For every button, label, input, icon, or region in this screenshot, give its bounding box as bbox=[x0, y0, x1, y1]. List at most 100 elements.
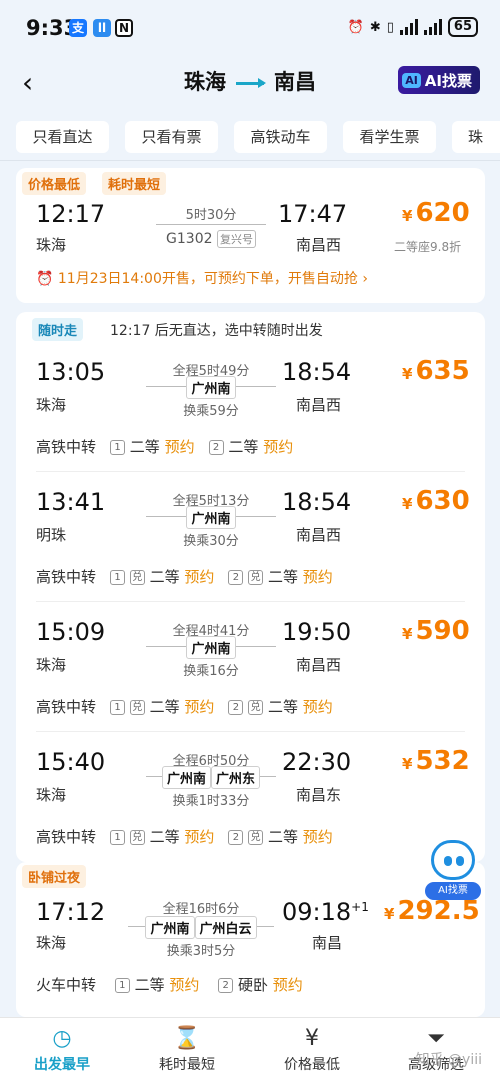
wait-time: 换乘1时33分 bbox=[172, 794, 250, 809]
via-station: 广州白云 bbox=[194, 916, 257, 939]
arr-time-text: 09:18 bbox=[282, 898, 352, 926]
status-right-icons: ⏰ ✱ ▯ 65 bbox=[348, 17, 478, 37]
dep-time: 12:17 bbox=[36, 200, 106, 228]
transfer-type: 高铁中转 bbox=[36, 438, 97, 456]
bluetooth-icon: ✱ bbox=[369, 19, 381, 35]
seg-seat: 二等 bbox=[134, 976, 165, 994]
sleeper-card[interactable]: 卧铺过夜 17:12 珠海 全程16时6分 广州南 广州白云 换乘3时5分 09:… bbox=[16, 862, 485, 1017]
hourglass-icon: ⌛ bbox=[173, 1026, 201, 1051]
seg-seat: 二等 bbox=[149, 828, 180, 846]
seg-seat: 二等 bbox=[149, 568, 180, 586]
alarm-clock-icon: ⏰ bbox=[36, 271, 54, 287]
arr-time: 18:54 bbox=[282, 488, 352, 516]
transfer-header-text: 12:17 后无直达，选中转随时出发 bbox=[110, 323, 323, 339]
seg-num: 1 bbox=[114, 978, 130, 993]
chip-student[interactable]: 看学生票 bbox=[343, 121, 436, 153]
alipay-icon: 支 bbox=[69, 19, 87, 37]
yen-sign: ¥ bbox=[384, 905, 395, 923]
price: ¥620 bbox=[402, 198, 470, 228]
book-link[interactable]: 预约 bbox=[303, 828, 333, 846]
wait-time: 换乘59分 bbox=[183, 404, 239, 419]
transfer-row[interactable]: 13:41 明珠 全程5时13分 广州南 换乘30分 18:54 南昌西 ¥630 高铁中转 1 … bbox=[16, 472, 485, 602]
sleeper-arr-time: 09:18+1 bbox=[282, 898, 369, 926]
nav-lowest-price[interactable]: ¥ 价格最低 bbox=[252, 1026, 372, 1074]
seg-seat: 二等 bbox=[129, 438, 160, 456]
book-link[interactable]: 预约 bbox=[184, 698, 214, 716]
discount-note: 二等座9.8折 bbox=[394, 240, 462, 254]
chip-available-only[interactable]: 只看有票 bbox=[125, 121, 218, 153]
nav-shortest[interactable]: ⌛ 耗时最短 bbox=[127, 1026, 247, 1074]
book-link[interactable]: 预约 bbox=[165, 438, 195, 456]
exchange-icon: 兑 bbox=[248, 830, 264, 845]
book-link[interactable]: 预约 bbox=[303, 568, 333, 586]
transfer-type: 火车中转 bbox=[36, 976, 97, 994]
dep-time: 15:40 bbox=[36, 748, 106, 776]
via-stations: 广州南 bbox=[136, 376, 286, 399]
book-link[interactable]: 预约 bbox=[303, 698, 333, 716]
wait-time: 换乘30分 bbox=[183, 534, 239, 549]
clock-icon: ◷ bbox=[52, 1026, 72, 1051]
via-stations: 广州南 广州东 bbox=[136, 766, 286, 789]
ai-button-label: AI找票 bbox=[424, 71, 472, 90]
nav-label: 出发最早 bbox=[34, 1057, 90, 1073]
nav-earliest[interactable]: ◷ 出发最早 bbox=[2, 1026, 122, 1074]
dep-station: 珠海 bbox=[36, 786, 67, 804]
segment-foot: 高铁中转 1 兑 二等 预约 2 兑 二等 预约 bbox=[36, 826, 333, 847]
arr-time: 18:54 bbox=[282, 358, 352, 386]
transfer-row[interactable]: 15:40 珠海 全程6时50分 广州南 广州东 换乘1时33分 22:30 南昌东 ¥532 高… bbox=[16, 732, 485, 862]
robot-icon bbox=[431, 840, 475, 880]
ai-find-ticket-button[interactable]: AI AI找票 bbox=[398, 66, 480, 94]
nav-label: 耗时最短 bbox=[159, 1057, 215, 1073]
arr-station: 南昌西 bbox=[296, 526, 342, 544]
nav-label: 价格最低 bbox=[284, 1057, 340, 1073]
exchange-icon: 兑 bbox=[248, 700, 264, 715]
price-value: 635 bbox=[415, 356, 470, 386]
route-arrow-icon bbox=[236, 77, 266, 88]
segment-foot: 高铁中转 1 兑 二等 预约 2 兑 二等 预约 bbox=[36, 696, 333, 717]
signal-icon bbox=[399, 19, 418, 35]
book-link[interactable]: 预约 bbox=[184, 828, 214, 846]
via-station: 广州南 bbox=[186, 376, 236, 399]
transfer-row[interactable]: 13:05 珠海 全程5时49分 广州南 换乘59分 18:54 南昌西 ¥635 高铁中转 1 … bbox=[16, 342, 485, 472]
via-station: 广州南 bbox=[186, 636, 236, 659]
floating-ai-label: AI找票 bbox=[425, 882, 481, 900]
price-value: 590 bbox=[415, 616, 470, 646]
dep-time: 13:41 bbox=[36, 488, 106, 516]
watermark: 知乎 @yiii bbox=[415, 1052, 482, 1068]
chip-more[interactable]: 珠 bbox=[452, 121, 500, 153]
seg-seat: 二等 bbox=[228, 438, 259, 456]
tag-lowest-price: 价格最低 bbox=[22, 172, 87, 195]
sleeper-foot: 火车中转 1 二等 预约 2 硬卧 预约 bbox=[36, 974, 303, 995]
exchange-icon: 兑 bbox=[129, 700, 145, 715]
dep-time: 15:09 bbox=[36, 618, 106, 646]
chip-direct-only[interactable]: 只看直达 bbox=[16, 121, 109, 153]
yen-sign: ¥ bbox=[402, 625, 413, 643]
sleeper-price: ¥292.5 bbox=[384, 896, 480, 926]
yen-sign: ¥ bbox=[402, 495, 413, 513]
tag-sleeper: 卧铺过夜 bbox=[22, 865, 87, 888]
book-link[interactable]: 预约 bbox=[184, 568, 214, 586]
yen-sign: ¥ bbox=[402, 365, 413, 383]
presale-notice[interactable]: ⏰ 11月23日14:00开售，可预约下单，开售自动抢 › bbox=[36, 268, 368, 288]
seg-num: 1 bbox=[110, 570, 126, 585]
floating-ai-button[interactable]: AI找票 bbox=[425, 840, 481, 900]
arr-station: 南昌东 bbox=[296, 786, 342, 804]
filter-chips: 只看直达 只看有票 高铁动车 看学生票 珠 bbox=[0, 118, 500, 158]
arr-time: 17:47 bbox=[278, 200, 348, 228]
chip-highspeed[interactable]: 高铁动车 bbox=[234, 121, 327, 153]
arr-station: 南昌西 bbox=[296, 396, 342, 414]
sleeper-wait: 换乘3时5分 bbox=[166, 944, 236, 959]
direct-train-card[interactable]: 价格最低 耗时最短 12:17 珠海 5时30分 G1302 复兴号 17:47… bbox=[16, 168, 485, 303]
transfer-type: 高铁中转 bbox=[36, 698, 97, 716]
duration-line bbox=[156, 224, 266, 225]
price: ¥590 bbox=[402, 616, 470, 646]
transfer-row[interactable]: 15:09 珠海 全程4时41分 广州南 换乘16分 19:50 南昌西 ¥590 高铁中转 1 … bbox=[16, 602, 485, 732]
price: ¥635 bbox=[402, 356, 470, 386]
book-link[interactable]: 预约 bbox=[263, 438, 293, 456]
presale-text: 11月23日14:00开售，可预约下单，开售自动抢 › bbox=[57, 271, 368, 287]
dep-station: 珠海 bbox=[36, 236, 67, 254]
sleeper-via: 广州南 广州白云 bbox=[128, 916, 274, 939]
book-link[interactable]: 预约 bbox=[273, 976, 303, 994]
exchange-icon: 兑 bbox=[129, 570, 145, 585]
book-link[interactable]: 预约 bbox=[169, 976, 199, 994]
